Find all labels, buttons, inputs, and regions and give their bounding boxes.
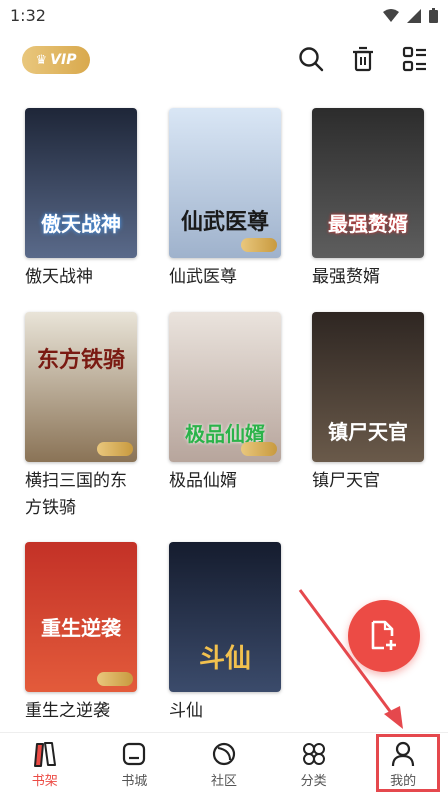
cover-title: 镇尸天官	[328, 420, 408, 444]
book-title: 镇尸天官	[312, 471, 380, 491]
book-title: 极品仙婿	[169, 471, 237, 491]
vip-tag	[241, 238, 277, 252]
cover-title: 斗仙	[198, 644, 251, 674]
list-view-button[interactable]	[400, 44, 430, 74]
book-title: 最强赘婿	[312, 267, 380, 287]
bookshelf-icon	[33, 742, 56, 767]
nav-item-bookshelf[interactable]: 书架	[0, 733, 90, 796]
search-button[interactable]	[296, 44, 326, 74]
bookstore-icon	[123, 742, 146, 766]
cover-title: 最强赘婿	[328, 212, 408, 236]
status-icons	[383, 8, 438, 23]
cover-title: 傲天战神	[41, 212, 121, 236]
book-item[interactable]: 镇尸天官 镇尸天官	[312, 312, 424, 495]
toolbar-icons	[296, 44, 430, 74]
delete-icon	[353, 46, 373, 72]
import-file-button[interactable]	[348, 600, 420, 672]
book-item[interactable]: 极品仙婿 极品仙婿	[169, 312, 281, 495]
status-bar: 1:32	[0, 0, 448, 32]
book-item[interactable]: 重生逆袭 重生之逆袭	[25, 542, 137, 725]
search-icon	[299, 47, 324, 72]
book-cover: 镇尸天官	[312, 312, 424, 462]
cover-title: 仙武医尊	[180, 209, 269, 235]
community-icon	[212, 742, 236, 766]
highlight-box	[376, 734, 440, 792]
vip-tag	[97, 442, 133, 456]
nav-item-bookstore[interactable]: 书城	[90, 733, 180, 796]
book-title: 傲天战神	[25, 267, 93, 287]
vip-tag	[97, 672, 133, 686]
nav-label: 书城	[121, 774, 148, 789]
nav-label: 分类	[300, 774, 327, 789]
nav-item-category[interactable]: 分类	[269, 733, 359, 796]
book-cover: 重生逆袭	[25, 542, 137, 692]
book-title: 斗仙	[169, 701, 203, 721]
add-file-icon	[371, 620, 396, 650]
book-title: 重生之逆袭	[25, 701, 110, 721]
cover-title: 重生逆袭	[41, 616, 121, 640]
book-cover: 仙武医尊	[169, 108, 281, 258]
book-title: 仙武医尊	[169, 267, 237, 287]
book-cover: 傲天战神	[25, 108, 137, 258]
book-title: 横扫三国的东方铁骑	[25, 471, 127, 518]
cover-title: 东方铁骑	[36, 347, 125, 373]
vip-badge[interactable]: ♛ VIP	[22, 46, 90, 74]
signal-icon	[407, 8, 421, 23]
top-bar: ♛ VIP	[0, 40, 448, 80]
book-item[interactable]: 斗仙 斗仙	[169, 542, 281, 725]
nav-label: 社区	[210, 774, 237, 789]
crown-icon: ♛	[35, 52, 48, 68]
book-cover: 东方铁骑	[25, 312, 137, 462]
list-icon	[402, 46, 426, 72]
book-item[interactable]: 傲天战神 傲天战神	[25, 108, 137, 291]
book-item[interactable]: 东方铁骑 横扫三国的东方铁骑	[25, 312, 137, 522]
battery-icon	[429, 8, 438, 23]
book-cover: 极品仙婿	[169, 312, 281, 462]
category-icon	[302, 743, 325, 765]
vip-label: VIP	[50, 52, 77, 68]
book-cover: 斗仙	[169, 542, 281, 692]
book-item[interactable]: 仙武医尊 仙武医尊	[169, 108, 281, 291]
status-time: 1:32	[10, 6, 46, 25]
book-item[interactable]: 最强赘婿 最强赘婿	[312, 108, 424, 291]
vip-tag	[241, 442, 277, 456]
wifi-icon	[383, 8, 399, 22]
nav-label: 书架	[31, 774, 58, 789]
nav-item-community[interactable]: 社区	[179, 733, 269, 796]
delete-button[interactable]	[348, 44, 378, 74]
book-cover: 最强赘婿	[312, 108, 424, 258]
